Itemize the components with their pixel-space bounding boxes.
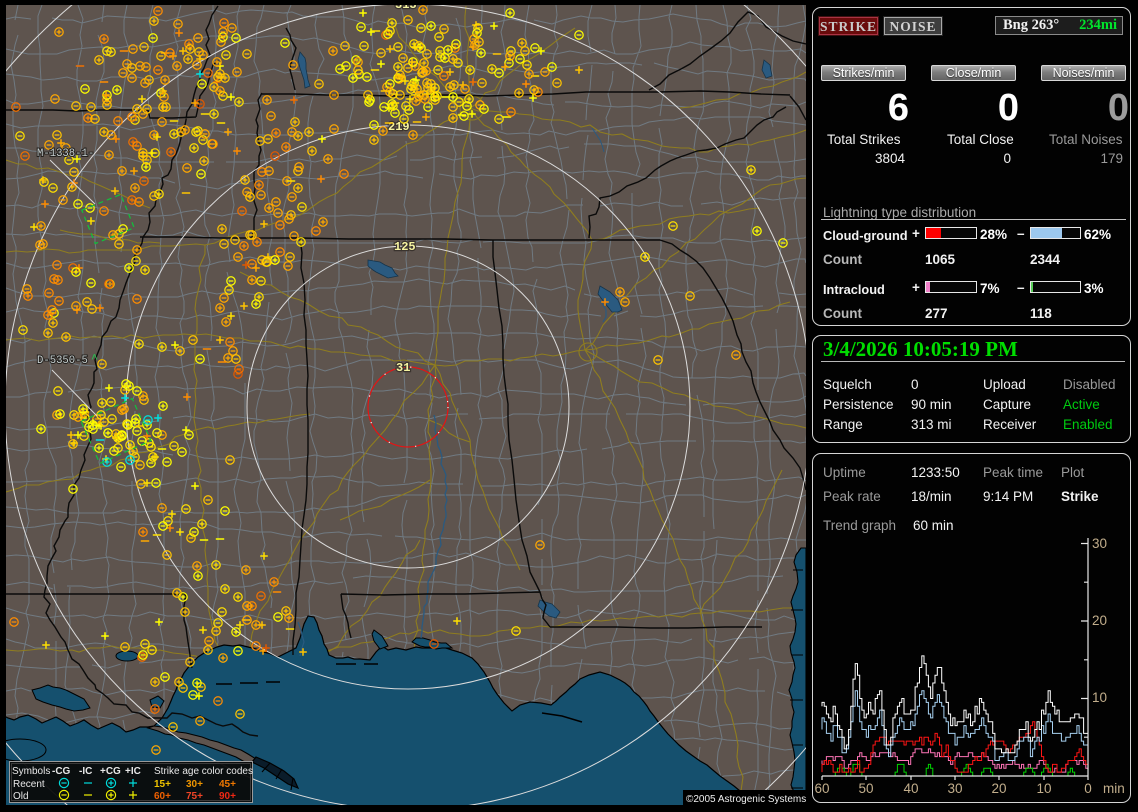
svg-text:^: ^ [91, 353, 98, 366]
svg-text:45+: 45+ [219, 779, 236, 790]
svg-text:Symbols: Symbols [12, 766, 50, 777]
svg-text:©2005 Astrogenic Systems: ©2005 Astrogenic Systems [686, 794, 806, 805]
svg-text:90+: 90+ [219, 791, 236, 802]
svg-text:15+: 15+ [154, 779, 171, 790]
svg-text:+IC: +IC [125, 766, 141, 777]
svg-text:M-1338-1-: M-1338-1- [37, 148, 94, 160]
svg-text:-CG: -CG [52, 766, 71, 777]
svg-text:30+: 30+ [186, 779, 203, 790]
svg-text:313: 313 [395, 0, 417, 12]
svg-text:Old: Old [13, 791, 29, 802]
svg-text:31: 31 [396, 361, 410, 375]
svg-text:-IC: -IC [79, 766, 92, 777]
svg-text:60+: 60+ [154, 791, 171, 802]
svg-text:125: 125 [394, 240, 416, 254]
svg-text:D-5350-5: D-5350-5 [37, 355, 88, 367]
svg-text:Strike age color codes: Strike age color codes [154, 766, 253, 777]
svg-text:+CG: +CG [100, 766, 121, 777]
svg-text:75+: 75+ [186, 791, 203, 802]
svg-text:Recent: Recent [13, 779, 45, 790]
